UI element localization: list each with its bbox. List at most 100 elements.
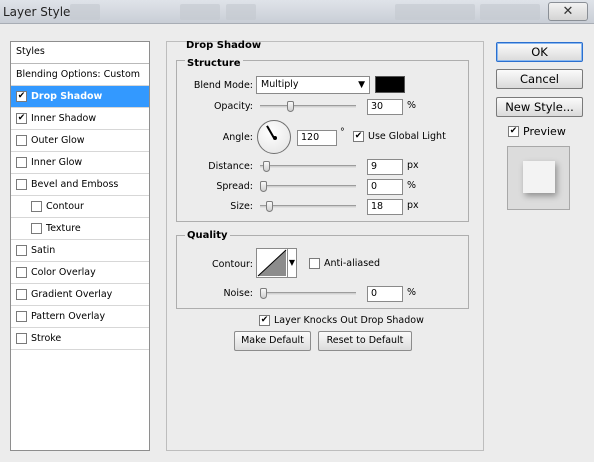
styles-list-item-label: Outer Glow [31,135,85,146]
blend-mode-label: Blend Mode: [193,80,253,91]
angle-dial[interactable] [257,120,291,154]
styles-list-item[interactable]: Gradient Overlay [11,284,149,306]
contour-picker[interactable]: ▼ [256,248,297,278]
styles-list-item-label: Gradient Overlay [31,289,113,300]
layer-knocks-out-label: Layer Knocks Out Drop Shadow [274,315,424,326]
size-unit: px [407,200,419,211]
noise-input[interactable]: 0 [367,286,403,302]
opacity-slider-thumb[interactable] [286,101,294,112]
distance-unit: px [407,160,419,171]
spread-slider-thumb[interactable] [260,181,267,192]
style-checkbox[interactable] [16,245,27,256]
distance-slider-thumb[interactable] [262,161,270,172]
ok-button[interactable]: OK [496,42,583,62]
layer-knocks-out-checkbox[interactable]: ✔ [259,315,270,326]
distance-input[interactable]: 9 [367,159,403,175]
preview-checkbox[interactable]: ✔ [508,126,519,137]
styles-list-item[interactable]: Outer Glow [11,130,149,152]
window-title: Layer Style [3,5,71,19]
style-checkbox[interactable] [16,289,27,300]
anti-aliased-checkbox[interactable] [309,258,320,269]
spread-label: Spread: [216,181,253,192]
style-checkbox[interactable] [16,267,27,278]
blurred-toolbar-area [480,4,540,20]
styles-list-item[interactable]: Stroke [11,328,149,350]
drop-shadow-panel: Drop Shadow Structure Blend Mode: Multip… [166,40,484,451]
contour-divider [287,249,288,277]
style-checkbox[interactable] [16,333,27,344]
distance-slider-track[interactable] [260,165,356,168]
opacity-unit: % [407,100,417,111]
styles-list-item[interactable]: ✔ Inner Shadow [11,108,149,130]
styles-list-item[interactable]: ✔ Drop Shadow [11,86,149,108]
style-checkbox[interactable]: ✔ [16,91,27,102]
blend-mode-select[interactable]: Multiply ▼ [256,76,370,94]
layer-knocks-out-option[interactable]: ✔ Layer Knocks Out Drop Shadow [259,315,424,326]
blurred-toolbar-area [226,4,256,20]
opacity-input[interactable]: 30 [367,99,403,115]
style-checkbox[interactable] [16,179,27,190]
styles-list-item-label: Contour [46,201,84,212]
styles-list-item-label: Pattern Overlay [31,311,106,322]
anti-aliased-label: Anti-aliased [324,258,381,269]
reset-to-default-button[interactable]: Reset to Default [318,331,412,351]
style-checkbox[interactable]: ✔ [16,113,27,124]
use-global-light-label: Use Global Light [368,131,446,142]
styles-list-item[interactable]: Texture [11,218,149,240]
style-checkbox[interactable] [16,157,27,168]
styles-list-item[interactable]: Contour [11,196,149,218]
cancel-button[interactable]: Cancel [496,69,583,89]
styles-list-item-label: Inner Shadow [31,113,97,124]
styles-list: Styles Blending Options: Custom ✔ Drop Sha… [10,41,150,451]
shadow-color-swatch[interactable] [375,76,405,93]
style-checkbox[interactable] [31,223,42,234]
styles-list-item-label: Bevel and Emboss [31,179,119,190]
blend-mode-value: Multiply [261,79,299,90]
chevron-down-icon: ▼ [358,80,365,90]
structure-group: Structure Blend Mode: Multiply ▼ Opacity… [176,58,469,222]
styles-list-item-label: Stroke [31,333,62,344]
style-checkbox[interactable] [16,135,27,146]
angle-dial-center [273,136,277,140]
close-icon: ✕ [562,4,574,19]
size-slider-thumb[interactable] [266,201,274,212]
new-style-button[interactable]: New Style... [496,97,583,117]
noise-slider-track[interactable] [260,292,356,295]
size-input[interactable]: 18 [367,199,403,215]
styles-list-item-label: Inner Glow [31,157,83,168]
close-button[interactable]: ✕ [548,2,588,21]
noise-slider-thumb[interactable] [260,288,267,299]
opacity-slider-track[interactable] [260,105,356,108]
use-global-light-checkbox[interactable]: ✔ [353,131,364,142]
chevron-down-icon[interactable]: ▼ [289,258,295,267]
spread-input[interactable]: 0 [367,179,403,195]
blurred-toolbar-area [70,4,100,20]
styles-list-item[interactable]: Pattern Overlay [11,306,149,328]
spread-unit: % [407,180,417,191]
style-checkbox[interactable] [31,201,42,212]
angle-input[interactable]: 120 [297,130,337,146]
preview-thumbnail [523,161,555,193]
spread-slider-track[interactable] [260,185,356,188]
angle-unit: ° [340,127,345,138]
use-global-light-option[interactable]: ✔ Use Global Light [353,131,446,142]
size-slider-track[interactable] [260,205,356,208]
styles-list-item-label: Blending Options: Custom [16,69,141,80]
styles-list-item[interactable]: Inner Glow [11,152,149,174]
noise-label: Noise: [223,288,253,299]
styles-list-item[interactable]: Blending Options: Custom [11,64,149,86]
style-preview [507,146,570,210]
style-checkbox[interactable] [16,311,27,322]
blurred-toolbar-area [180,4,220,20]
styles-list-item[interactable]: Satin [11,240,149,262]
styles-list-item[interactable]: Bevel and Emboss [11,174,149,196]
angle-label: Angle: [222,132,253,143]
styles-list-item[interactable]: Color Overlay [11,262,149,284]
make-default-button[interactable]: Make Default [234,331,311,351]
anti-aliased-option[interactable]: Anti-aliased [309,258,380,269]
styles-list-item-label: Drop Shadow [31,91,103,102]
quality-group: Quality Contour: ▼ Anti-aliased Noise: 0… [176,230,469,309]
window-title-bar: Layer Style ✕ [0,0,594,24]
preview-option[interactable]: ✔ Preview [508,125,566,138]
styles-list-header[interactable]: Styles [11,42,149,64]
